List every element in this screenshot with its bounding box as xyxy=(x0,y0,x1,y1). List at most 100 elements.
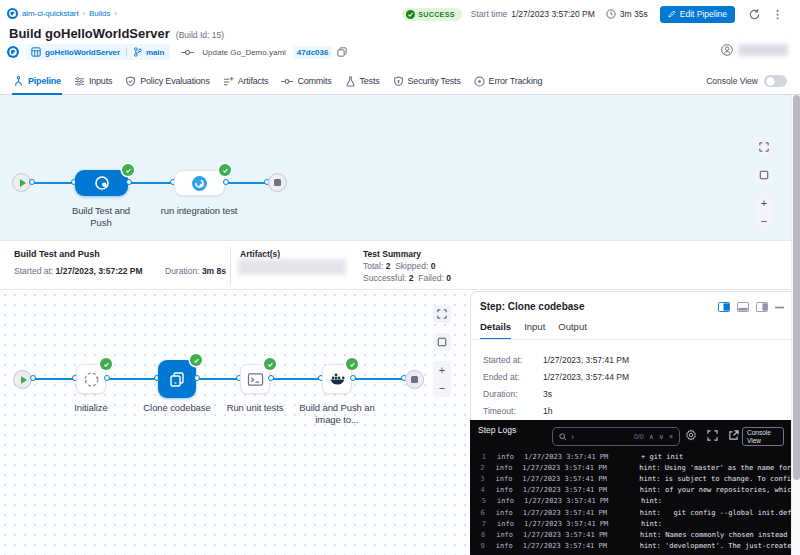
tab-commits[interactable]: Commits xyxy=(281,68,331,95)
bottom-view-icon[interactable] xyxy=(737,302,749,312)
next-match-icon[interactable]: ∨ xyxy=(659,433,664,441)
canvas-fullscreen-button[interactable] xyxy=(755,138,773,156)
commit-icon xyxy=(181,48,194,57)
edge xyxy=(106,378,158,380)
panel-tab-output[interactable]: Output xyxy=(558,321,587,340)
commit-message[interactable]: Update Go_Demo.yaml xyxy=(202,48,286,57)
panel-tab-input[interactable]: Input xyxy=(524,321,545,340)
split-view-icon[interactable] xyxy=(718,302,730,312)
tab-error-tracking[interactable]: Error Tracking xyxy=(474,68,543,95)
refresh-button[interactable] xyxy=(748,8,761,21)
branch-name[interactable]: main xyxy=(146,48,164,57)
step-node-clone-codebase[interactable] xyxy=(158,360,196,398)
repo-name[interactable]: goHelloWorldServer xyxy=(45,48,120,57)
pipeline-tab-icon xyxy=(13,76,24,87)
step-label[interactable]: Clone codebase xyxy=(137,402,217,414)
prev-match-icon[interactable]: ∧ xyxy=(649,433,654,441)
log-line: 7info1/27/2023 3:57:41 PMhint: xyxy=(470,518,792,529)
tab-pipeline[interactable]: Pipeline xyxy=(13,68,61,95)
zoom-out-button[interactable]: − xyxy=(433,379,451,397)
stop-icon xyxy=(411,376,418,383)
zoom-in-button[interactable]: + xyxy=(755,194,773,212)
pencil-icon xyxy=(668,10,676,18)
canvas-fit-button[interactable] xyxy=(755,166,773,184)
scrollbar-thumb[interactable] xyxy=(793,95,800,480)
docker-whale-icon xyxy=(329,372,346,386)
repo-branch-pill: goHelloWorldServer main xyxy=(25,44,170,60)
tab-inputs[interactable]: Inputs xyxy=(74,68,112,95)
log-line: 2info1/27/2023 3:57:41 PMhint: Using 'ma… xyxy=(470,462,792,473)
stage-node-build-test-and-push[interactable] xyxy=(75,170,128,196)
step-label[interactable]: Build and Push an image to... xyxy=(297,402,377,426)
refresh-icon xyxy=(748,8,761,21)
panel-view-controls xyxy=(718,302,784,312)
console-log-panel: Step Logs › 0/0 ∧ ∨ × Console View 1info… xyxy=(470,420,800,555)
field-started-at: Started at: xyxy=(483,355,522,365)
commits-tab-icon xyxy=(281,77,293,86)
minimize-icon[interactable] xyxy=(775,306,784,309)
success-check-badge xyxy=(346,358,358,370)
step-label[interactable]: Run unit tests xyxy=(215,402,295,414)
copy-icon[interactable] xyxy=(337,47,347,57)
panel-tabs: Details Input Output xyxy=(480,321,587,340)
tab-label: Commits xyxy=(297,76,331,86)
more-options-button[interactable]: ⋮ xyxy=(772,8,783,21)
fullscreen-icon[interactable] xyxy=(707,430,718,441)
commit-row: goHelloWorldServer main Update Go_Demo.y… xyxy=(7,44,347,60)
right-view-icon[interactable] xyxy=(756,302,768,312)
security-tab-icon xyxy=(393,76,404,87)
canvas-fullscreen-button[interactable] xyxy=(433,305,451,323)
stage-label[interactable]: Build Test and Push xyxy=(61,205,141,229)
tab-label: Inputs xyxy=(89,76,112,86)
edit-pipeline-button[interactable]: Edit Pipeline xyxy=(660,6,735,23)
stage-summary-title: Build Test and Push xyxy=(14,249,100,259)
tab-artifacts[interactable]: Artifacts xyxy=(223,68,269,95)
console-actions xyxy=(685,429,739,441)
build-id: (Build Id: 15) xyxy=(176,30,224,40)
breadcrumb-builds[interactable]: Builds xyxy=(89,9,110,18)
page-scrollbar[interactable] xyxy=(791,95,800,555)
breadcrumb-project[interactable]: aim-ci-quickstart xyxy=(22,9,79,18)
step-label[interactable]: Initialize xyxy=(51,402,131,414)
clear-search-icon[interactable]: × xyxy=(669,433,673,440)
field-started-at-value: 1/27/2023, 3:57:41 PM xyxy=(543,355,629,365)
panel-tab-details[interactable]: Details xyxy=(480,321,511,340)
open-external-icon[interactable] xyxy=(728,430,739,441)
success-check-badge xyxy=(190,354,202,366)
zoom-out-button[interactable]: − xyxy=(755,212,773,230)
console-view-button[interactable]: Console View xyxy=(742,427,784,446)
step-graph-canvas[interactable]: Initialize Clone codebase Run unit tests… xyxy=(0,290,470,555)
toggle-knob xyxy=(766,77,775,86)
tab-policy-evaluations[interactable]: Policy Evaluations xyxy=(125,68,209,95)
console-view-toggle[interactable] xyxy=(764,75,787,87)
field-duration: Duration: xyxy=(483,389,518,399)
tab-label: Error Tracking xyxy=(489,76,543,86)
stage-end-node xyxy=(405,370,424,389)
tab-tests[interactable]: Tests xyxy=(345,68,380,95)
stage-duration: Duration: 3m 8s xyxy=(165,266,226,276)
edge xyxy=(225,182,268,184)
stage-node-run-integration-test[interactable] xyxy=(174,170,225,196)
tab-security-tests[interactable]: Security Tests xyxy=(393,68,461,95)
status-badge-label: SUCCESS xyxy=(418,11,455,18)
stage-graph-canvas[interactable]: Build Test and Push run integration test… xyxy=(0,95,800,240)
stage-label[interactable]: run integration test xyxy=(159,205,239,217)
zoom-in-button[interactable]: + xyxy=(433,361,451,379)
user-icon xyxy=(721,44,733,56)
log-search-input[interactable]: › 0/0 ∧ ∨ × xyxy=(552,427,680,446)
tab-label: Artifacts xyxy=(238,76,269,86)
tab-label: Pipeline xyxy=(28,76,61,86)
title-row: Build goHelloWorldServer (Build Id: 15) xyxy=(9,26,224,41)
play-icon xyxy=(21,376,27,384)
console-view-label: Console View xyxy=(706,76,758,86)
log-rows: 1info1/27/2023 3:57:41 PM+ git init 2inf… xyxy=(470,451,792,552)
commit-hash[interactable]: 47dc036 xyxy=(293,46,333,59)
settings-gear-icon[interactable] xyxy=(685,429,697,441)
field-timeout-value: 1h xyxy=(543,406,552,416)
success-check-badge xyxy=(264,358,276,370)
canvas-fit-button[interactable] xyxy=(433,333,451,351)
triggered-by xyxy=(721,44,788,56)
inputs-tab-icon xyxy=(74,76,85,87)
branch-icon xyxy=(133,47,142,57)
success-check-badge xyxy=(100,358,112,370)
